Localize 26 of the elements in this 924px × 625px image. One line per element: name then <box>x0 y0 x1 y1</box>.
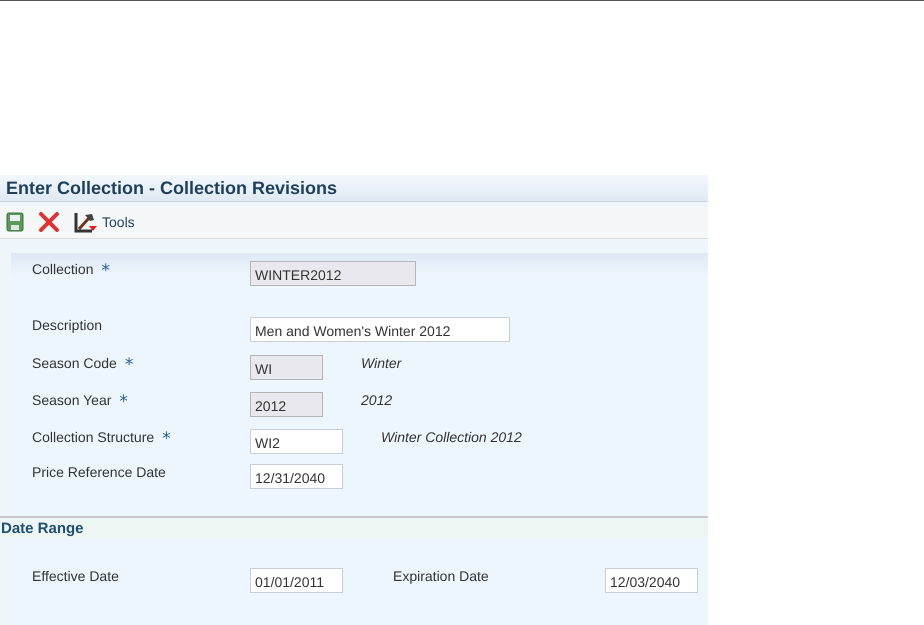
text-field[interactable]: WI2 <box>250 429 343 454</box>
tools-menu[interactable]: Tools <box>102 214 135 230</box>
text-field[interactable]: 12/31/2040 <box>250 464 343 489</box>
field-label: Collection <box>32 261 94 277</box>
field-label: Expiration Date <box>393 568 490 584</box>
date-field[interactable]: 01/01/2011 <box>250 568 343 593</box>
section-title: Date Range <box>1 520 84 536</box>
close-icon[interactable] <box>38 212 60 232</box>
field-description: 2012 <box>361 392 392 408</box>
required-mark: * <box>124 355 134 375</box>
field-label: Season Code <box>32 355 117 371</box>
text-field[interactable]: Men and Women's Winter 2012 <box>250 317 510 342</box>
required-mark: * <box>119 392 128 412</box>
field-label: Season Year <box>32 392 112 408</box>
field-label: Effective Date <box>32 568 120 584</box>
required-mark: * <box>162 429 171 449</box>
required-mark: * <box>101 261 110 281</box>
form-title: Enter Collection - Collection Revisions <box>6 178 338 198</box>
field-description: Winter <box>361 355 402 371</box>
field-description: Winter Collection 2012 <box>381 429 522 445</box>
field-label: Collection Structure <box>32 429 154 445</box>
field-label: Description <box>32 317 102 333</box>
date-field[interactable]: 12/03/2040 <box>605 568 698 593</box>
field-label: Price Reference Date <box>32 464 166 480</box>
save-icon[interactable] <box>6 212 24 232</box>
hammer-ruler-icon[interactable] <box>74 211 98 233</box>
